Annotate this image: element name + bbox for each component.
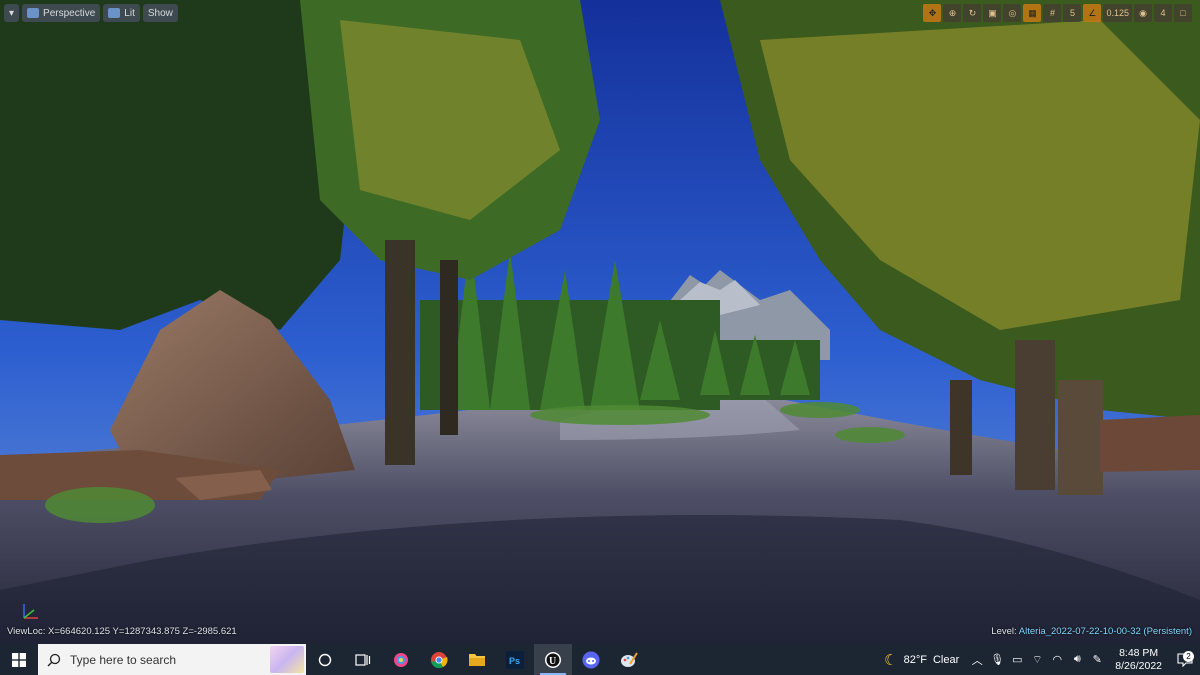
svg-text:Ps: Ps [509, 656, 520, 666]
paint-brush-app-button[interactable] [610, 644, 648, 675]
task-view-icon [355, 653, 371, 666]
world-icon[interactable]: ◎ [1003, 4, 1022, 22]
file-explorer-button[interactable] [458, 644, 496, 675]
viewport-toolbar-right: ✥ ⊕ ↻ ▣ ◎ ▦ # 5 ∠ 0.125 ◉ 4 □ [923, 4, 1192, 22]
system-tray: ☾ 82°F Clear ︿ 🎙︎ ▭ ⌔ ◠ 🔊︎ ✎ 8:48 PM 8/2… [876, 644, 1200, 675]
clock-date: 8/26/2022 [1115, 659, 1162, 672]
photoshop-app-button[interactable]: Ps [496, 644, 534, 675]
chrome-icon [431, 651, 448, 668]
cortana-button[interactable] [306, 644, 344, 675]
unreal-engine-app-button[interactable]: U [534, 644, 572, 675]
weather-temp: 82°F [903, 653, 927, 666]
moon-icon: ☾ [884, 651, 898, 669]
grid-snap-value[interactable]: 5 [1063, 4, 1082, 22]
viewport-menu-button[interactable]: ▾ [4, 4, 20, 22]
camera-speed-value[interactable]: 4 [1154, 4, 1172, 22]
photoshop-icon: Ps [506, 650, 524, 669]
pen-icon[interactable]: ✎ [1089, 652, 1105, 668]
cortana-icon [318, 653, 332, 666]
level-info: Level: Alteria_2022-07-22-10-00-32 (Pers… [991, 626, 1192, 637]
clock[interactable]: 8:48 PM 8/26/2022 [1107, 647, 1170, 673]
angle-snap-value[interactable]: 0.125 [1103, 4, 1132, 22]
perspective-icon [27, 8, 40, 18]
task-view-button[interactable] [344, 644, 382, 675]
weather-condition: Clear [932, 653, 960, 666]
rotate-icon[interactable]: ↻ [963, 4, 982, 22]
paint-brush-icon [621, 651, 638, 667]
surface-snap-icon[interactable]: ▦ [1023, 4, 1042, 22]
search-placeholder: Type here to search [70, 652, 177, 667]
scale-icon[interactable]: ▣ [983, 4, 1002, 22]
chrome-app-button[interactable] [420, 644, 458, 675]
show-label: Show [147, 7, 173, 19]
lit-button[interactable]: Lit [103, 4, 140, 22]
taskbar-search[interactable]: Type here to search [38, 644, 306, 675]
unreal-engine-icon: U [545, 651, 561, 668]
battery-icon[interactable]: ▭ [1009, 652, 1025, 668]
chevron-up-icon[interactable]: ︿ [969, 652, 985, 668]
lit-label: Lit [124, 7, 135, 19]
select-mode-icon[interactable]: ✥ [923, 4, 942, 22]
chevron-down-icon: ▾ [9, 7, 15, 19]
axis-gizmo-icon [23, 604, 38, 619]
editor-viewport[interactable]: ▾ Perspective Lit Show ✥ ⊕ ↻ ▣ ◎ ▦ # 5 ∠… [0, 0, 1200, 644]
microphone-icon[interactable]: 🎙︎ [989, 652, 1005, 668]
show-button[interactable]: Show [142, 4, 178, 22]
level-label: Level: [991, 626, 1017, 637]
network-icon[interactable]: ⌔ [1029, 652, 1045, 668]
viewport-toolbar-left: ▾ Perspective Lit Show [4, 4, 178, 22]
weather-widget[interactable]: ☾ 82°F Clear [876, 651, 967, 669]
clock-time: 8:48 PM [1119, 646, 1159, 659]
view-location: ViewLoc: X=664620.125 Y=1287343.875 Z=-2… [7, 626, 237, 637]
grid-snap-icon[interactable]: # [1043, 4, 1062, 22]
notification-center-button[interactable]: 2 [1170, 650, 1200, 667]
perspective-label: Perspective [43, 7, 96, 19]
forest-scene [0, 0, 1200, 644]
taskbar: Type here to search Ps U ☾ 82°F Clear ︿ … [0, 644, 1200, 675]
maximize-viewport-icon[interactable]: □ [1174, 4, 1192, 22]
search-highlight-image [270, 646, 304, 673]
windows-icon [12, 652, 26, 667]
level-name: Alteria_2022-07-22-10-00-32 (Persistent) [1018, 626, 1192, 637]
svg-text:U: U [549, 656, 556, 667]
notification-count: 2 [1183, 650, 1194, 662]
discord-app-button[interactable] [572, 644, 610, 675]
volume-icon[interactable]: 🔊︎ [1069, 652, 1085, 668]
folder-icon [469, 654, 485, 666]
paint-app-button[interactable] [382, 644, 420, 675]
lit-icon [108, 8, 121, 18]
translate-icon[interactable]: ⊕ [943, 4, 962, 22]
wifi-icon[interactable]: ◠ [1049, 652, 1065, 668]
search-icon [47, 653, 61, 666]
paint-icon [394, 652, 408, 667]
start-button[interactable] [0, 644, 38, 675]
perspective-button[interactable]: Perspective [22, 4, 101, 22]
discord-icon [582, 651, 600, 668]
camera-speed-icon[interactable]: ◉ [1134, 4, 1152, 22]
angle-snap-icon[interactable]: ∠ [1083, 4, 1102, 22]
